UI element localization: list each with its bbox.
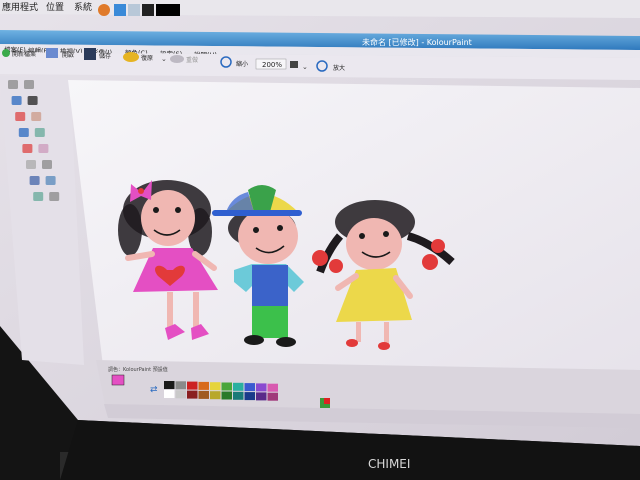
girl1-hair-left bbox=[118, 204, 142, 256]
tool-button[interactable] bbox=[34, 128, 45, 137]
zoom-out-button[interactable]: 縮小 bbox=[236, 60, 248, 68]
palette-color-swatch[interactable] bbox=[244, 392, 256, 401]
palette-color-swatch[interactable] bbox=[187, 390, 198, 399]
zoom-dropdown-icon[interactable]: ⌄ bbox=[302, 63, 308, 71]
palette-color-swatch[interactable] bbox=[175, 390, 187, 399]
palette-color-swatch[interactable] bbox=[187, 381, 198, 390]
undo-dropdown-icon[interactable]: ⌄ bbox=[161, 55, 167, 63]
palette-color-swatch[interactable] bbox=[233, 382, 244, 391]
tool-button[interactable] bbox=[33, 192, 44, 201]
girl2-ribbon bbox=[431, 239, 445, 253]
girl2-ribbon bbox=[312, 250, 328, 266]
monitor-brand: CHIMEI bbox=[368, 457, 410, 471]
girl1-arm bbox=[125, 251, 155, 261]
color-cube-icon bbox=[324, 398, 330, 404]
palette-caption: 調色：KolourPaint 預設值 bbox=[108, 366, 168, 373]
tool-button[interactable] bbox=[49, 192, 60, 201]
tool-button[interactable] bbox=[8, 80, 18, 89]
panel-menu-places[interactable]: 位置 bbox=[46, 1, 64, 13]
girl2-face bbox=[346, 218, 402, 270]
panel-menu-system[interactable]: 系統 bbox=[74, 1, 92, 13]
girl1-leg bbox=[193, 292, 199, 328]
save-button[interactable]: 儲存 bbox=[99, 52, 111, 60]
girl1-leg bbox=[167, 292, 173, 328]
redo-icon[interactable] bbox=[170, 55, 184, 63]
redo-button[interactable]: 重做 bbox=[186, 56, 198, 64]
terminal-icon[interactable] bbox=[142, 4, 154, 16]
panel-menu-applications[interactable]: 應用程式 bbox=[2, 1, 38, 13]
zoom-value: 200% bbox=[262, 61, 282, 69]
foreground-color-swatch[interactable] bbox=[111, 374, 125, 386]
palette-color-swatch[interactable] bbox=[267, 383, 279, 392]
palette-color-swatch[interactable] bbox=[175, 381, 187, 390]
launcher-icon[interactable] bbox=[114, 4, 126, 16]
undo-icon[interactable] bbox=[123, 52, 139, 62]
palette-color-swatch[interactable] bbox=[210, 382, 221, 391]
new-icon[interactable] bbox=[2, 49, 10, 57]
girl2-shoe bbox=[378, 342, 390, 350]
tool-button[interactable] bbox=[24, 80, 34, 89]
zoom-fit-icon[interactable] bbox=[290, 61, 298, 68]
tool-button[interactable] bbox=[11, 96, 22, 105]
girl1-bow-knot bbox=[138, 188, 144, 194]
new-button[interactable]: 開新檔案 bbox=[12, 50, 36, 58]
girl1-eye bbox=[153, 207, 159, 213]
launcher-icon[interactable] bbox=[156, 4, 180, 16]
tool-button[interactable] bbox=[38, 144, 49, 153]
launcher-icon[interactable] bbox=[128, 4, 140, 16]
tool-button[interactable] bbox=[42, 160, 52, 169]
tool-button[interactable] bbox=[45, 176, 56, 185]
photo-scene: 應用程式 位置 系統 未命名 [已修改] - KolourPaint 檔案(F)… bbox=[0, 0, 640, 480]
tool-button[interactable] bbox=[15, 112, 26, 121]
save-icon[interactable] bbox=[84, 48, 96, 60]
girl2-leg bbox=[356, 322, 361, 342]
tool-button[interactable] bbox=[29, 176, 40, 185]
boy-shoe bbox=[244, 335, 264, 345]
palette-color-swatch[interactable] bbox=[256, 383, 267, 392]
window-title: 未命名 [已修改] - KolourPaint bbox=[362, 37, 472, 47]
tool-button[interactable] bbox=[18, 128, 29, 137]
boy-shoe bbox=[276, 337, 296, 347]
girl2-ribbon bbox=[422, 254, 438, 270]
tool-button[interactable] bbox=[26, 160, 36, 169]
boy-eye bbox=[253, 227, 259, 233]
girl2-shoe bbox=[346, 339, 358, 347]
palette-color-swatch[interactable] bbox=[256, 392, 267, 401]
palette-color-swatch[interactable] bbox=[233, 391, 244, 400]
girl2-eye bbox=[383, 231, 389, 237]
open-button[interactable]: 開啟 bbox=[62, 51, 74, 59]
palette-color-swatch[interactable] bbox=[221, 391, 233, 400]
undo-button[interactable]: 復原 bbox=[141, 54, 153, 62]
firefox-icon[interactable] bbox=[98, 4, 110, 16]
girl2-leg bbox=[384, 322, 389, 344]
tool-button[interactable] bbox=[27, 96, 38, 105]
palette-color-swatch[interactable] bbox=[267, 392, 279, 401]
girl1-eye bbox=[175, 207, 181, 213]
tool-button[interactable] bbox=[31, 112, 42, 121]
palette-color-swatch[interactable] bbox=[210, 391, 221, 400]
boy-pants bbox=[252, 306, 288, 338]
palette-color-swatch[interactable] bbox=[198, 390, 210, 399]
girl2-eye bbox=[359, 233, 365, 239]
zoom-in-button[interactable]: 放大 bbox=[333, 64, 345, 72]
boy-face bbox=[238, 208, 298, 264]
boy-shirt bbox=[252, 265, 288, 308]
tool-button[interactable] bbox=[22, 144, 33, 153]
girl2-ribbon bbox=[329, 259, 343, 273]
palette-color-swatch[interactable] bbox=[164, 390, 175, 398]
swap-colors-icon[interactable]: ⇄ bbox=[150, 385, 158, 395]
palette-color-swatch[interactable] bbox=[198, 381, 210, 390]
boy-eye bbox=[277, 225, 283, 231]
boy-cap-brim bbox=[212, 210, 302, 216]
palette-color-swatch[interactable] bbox=[244, 383, 256, 392]
open-icon[interactable] bbox=[46, 48, 58, 58]
palette-color-swatch[interactable] bbox=[221, 382, 233, 391]
palette-color-swatch[interactable] bbox=[164, 381, 175, 389]
